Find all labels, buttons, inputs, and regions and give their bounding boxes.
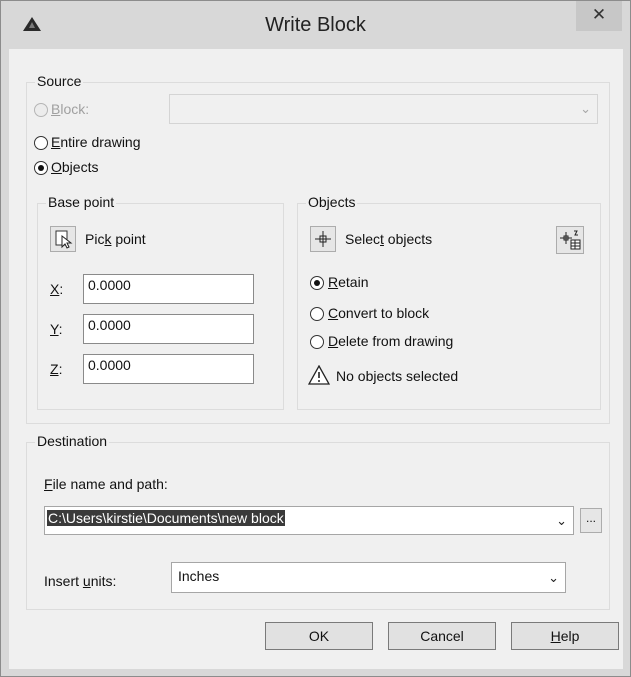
ok-button[interactable]: OK [265,622,373,650]
quick-select-button[interactable] [556,226,584,254]
objects-radio[interactable] [34,161,48,175]
entire-drawing-label: Entire drawing [51,134,141,150]
close-icon: ✕ [591,5,607,24]
close-button[interactable]: ✕ [576,1,622,31]
y-label: Y: [50,321,63,337]
file-name-label: File name and path: [44,476,168,492]
selection-status: No objects selected [336,368,459,384]
insert-units-label: Insert units: [44,573,117,589]
title-bar[interactable]: Write Block ✕ [1,1,630,49]
window-title: Write Block [265,14,366,36]
delete-from-drawing-label: Delete from drawing [328,333,454,349]
z-label: Z: [50,361,63,377]
block-name-dropdown[interactable]: ⌄ [169,94,598,124]
base-point-legend: Base point [46,194,117,210]
select-objects-label: Select objects [345,231,433,247]
insert-units-dropdown[interactable]: Inches ⌄ [171,562,566,593]
pick-point-label: Pick point [85,231,146,247]
chevron-down-icon[interactable]: ⌄ [556,513,567,529]
retain-radio[interactable] [310,276,324,290]
quick-select-icon [560,230,581,250]
entire-drawing-radio[interactable] [34,136,48,150]
insert-units-value: Inches [178,568,220,584]
chevron-down-icon: ⌄ [548,569,559,585]
x-label: X: [50,281,64,297]
write-block-dialog: Write Block ✕ Source Block: ⌄ Entire dra… [0,0,631,677]
convert-to-block-label: Convert to block [328,305,430,321]
block-radio[interactable] [34,103,48,117]
file-path-combobox[interactable]: C:\Users\kirstie\Documents\new block ⌄ [44,506,574,535]
objects-label: Objects [51,159,99,175]
retain-label: Retain [328,274,369,290]
chevron-down-icon: ⌄ [580,101,591,116]
source-legend: Source [35,73,84,89]
z-coordinate-input[interactable]: 0.0000 [83,354,254,384]
objects-legend: Objects [306,194,358,210]
objects-group: Objects Select objects Retain Convert to… [297,194,601,410]
y-coordinate-input[interactable]: 0.0000 [83,314,254,344]
warning-triangle-icon [308,365,330,385]
base-point-group: Base point Pick point X: 0.0000 Y: 0.000… [37,194,284,410]
cancel-button[interactable]: Cancel [388,622,496,650]
file-path-value[interactable]: C:\Users\kirstie\Documents\new block [47,510,285,526]
pick-point-icon [55,230,73,249]
dialog-body: Source Block: ⌄ Entire drawing Objects B… [9,49,623,669]
delete-from-drawing-radio[interactable] [310,335,324,349]
help-button[interactable]: Help [511,622,619,650]
convert-to-block-radio[interactable] [310,307,324,321]
destination-group: Destination File name and path: C:\Users… [26,433,610,610]
pick-point-button[interactable] [50,226,76,252]
source-group: Source Block: ⌄ Entire drawing Objects B… [26,73,610,424]
block-label: Block: [51,101,90,117]
x-coordinate-input[interactable]: 0.0000 [83,274,254,304]
select-objects-button[interactable] [310,226,336,252]
destination-legend: Destination [35,433,110,449]
select-objects-crosshair-icon [315,231,331,247]
browse-button[interactable]: ... [580,508,602,533]
